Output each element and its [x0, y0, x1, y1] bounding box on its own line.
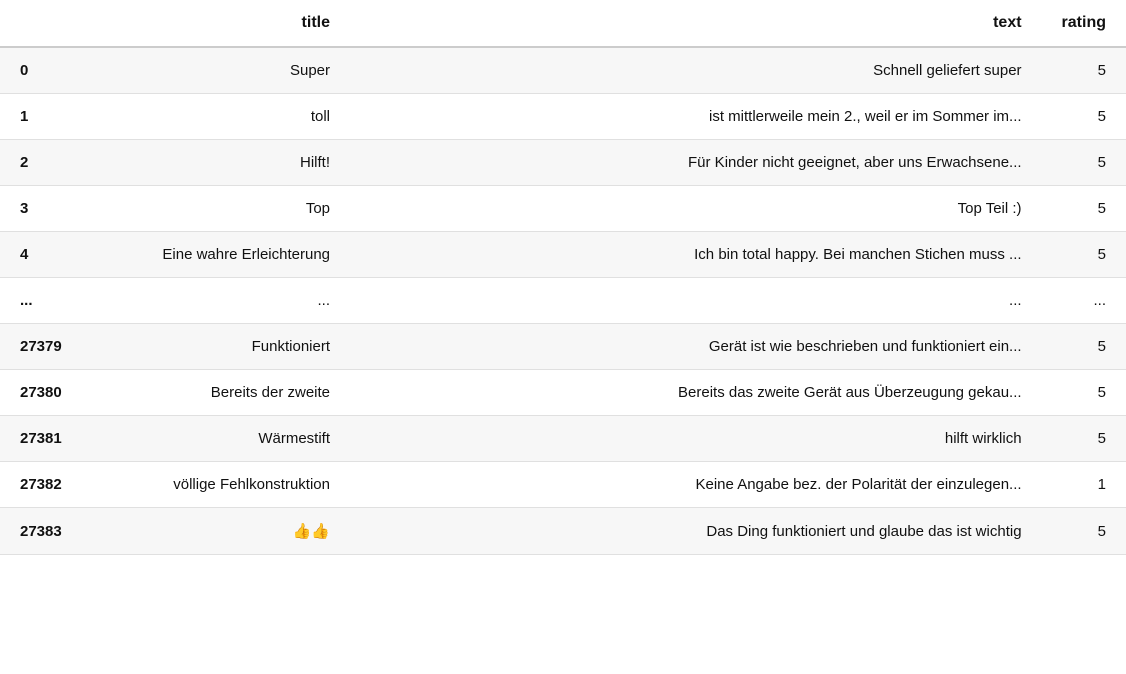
cell-text: Keine Angabe bez. der Polarität der einz…	[350, 462, 1042, 508]
cell-rating: 5	[1042, 47, 1126, 94]
cell-rating: 5	[1042, 324, 1126, 370]
cell-index: ...	[0, 278, 90, 324]
table-row: 4Eine wahre ErleichterungIch bin total h…	[0, 232, 1126, 278]
cell-title: Top	[90, 186, 350, 232]
header-text: text	[350, 0, 1042, 47]
cell-title: Hilft!	[90, 140, 350, 186]
cell-rating: 5	[1042, 416, 1126, 462]
cell-index: 27380	[0, 370, 90, 416]
cell-text: hilft wirklich	[350, 416, 1042, 462]
table-header-row: title text rating	[0, 0, 1126, 47]
cell-title: Eine wahre Erleichterung	[90, 232, 350, 278]
table-row: 0SuperSchnell geliefert super5	[0, 47, 1126, 94]
table-row: 2Hilft!Für Kinder nicht geeignet, aber u…	[0, 140, 1126, 186]
table-row: 27380Bereits der zweiteBereits das zweit…	[0, 370, 1126, 416]
cell-title: Super	[90, 47, 350, 94]
cell-title: toll	[90, 94, 350, 140]
cell-rating: ...	[1042, 278, 1126, 324]
cell-title: Wärmestift	[90, 416, 350, 462]
cell-title: völlige Fehlkonstruktion	[90, 462, 350, 508]
cell-index: 4	[0, 232, 90, 278]
cell-text: Ich bin total happy. Bei manchen Stichen…	[350, 232, 1042, 278]
cell-index: 0	[0, 47, 90, 94]
cell-index: 1	[0, 94, 90, 140]
header-index	[0, 0, 90, 47]
cell-text: Das Ding funktioniert und glaube das ist…	[350, 508, 1042, 555]
cell-text: Gerät ist wie beschrieben und funktionie…	[350, 324, 1042, 370]
cell-rating: 5	[1042, 232, 1126, 278]
cell-rating: 5	[1042, 186, 1126, 232]
cell-index: 27381	[0, 416, 90, 462]
cell-index: 27379	[0, 324, 90, 370]
cell-index: 27382	[0, 462, 90, 508]
cell-text: Für Kinder nicht geeignet, aber uns Erwa…	[350, 140, 1042, 186]
data-table: title text rating 0SuperSchnell geliefer…	[0, 0, 1126, 555]
cell-text: ...	[350, 278, 1042, 324]
table-row: 1tollist mittlerweile mein 2., weil er i…	[0, 94, 1126, 140]
cell-index: 2	[0, 140, 90, 186]
cell-index: 3	[0, 186, 90, 232]
table-row: 3TopTop Teil :)5	[0, 186, 1126, 232]
cell-rating: 5	[1042, 140, 1126, 186]
cell-title: ...	[90, 278, 350, 324]
cell-title: Funktioniert	[90, 324, 350, 370]
cell-text: Top Teil :)	[350, 186, 1042, 232]
cell-index: 27383	[0, 508, 90, 555]
cell-text: Schnell geliefert super	[350, 47, 1042, 94]
cell-text: ist mittlerweile mein 2., weil er im Som…	[350, 94, 1042, 140]
table-row: 27383👍👍Das Ding funktioniert und glaube …	[0, 508, 1126, 555]
header-title: title	[90, 0, 350, 47]
cell-rating: 5	[1042, 94, 1126, 140]
cell-rating: 5	[1042, 370, 1126, 416]
cell-title: Bereits der zweite	[90, 370, 350, 416]
header-rating: rating	[1042, 0, 1126, 47]
table-row: 27382völlige FehlkonstruktionKeine Angab…	[0, 462, 1126, 508]
cell-rating: 5	[1042, 508, 1126, 555]
cell-rating: 1	[1042, 462, 1126, 508]
table-row: 27381Wärmestifthilft wirklich5	[0, 416, 1126, 462]
table-row: 27379FunktioniertGerät ist wie beschrieb…	[0, 324, 1126, 370]
table-row: ............	[0, 278, 1126, 324]
cell-title: 👍👍	[90, 508, 350, 555]
cell-text: Bereits das zweite Gerät aus Überzeugung…	[350, 370, 1042, 416]
